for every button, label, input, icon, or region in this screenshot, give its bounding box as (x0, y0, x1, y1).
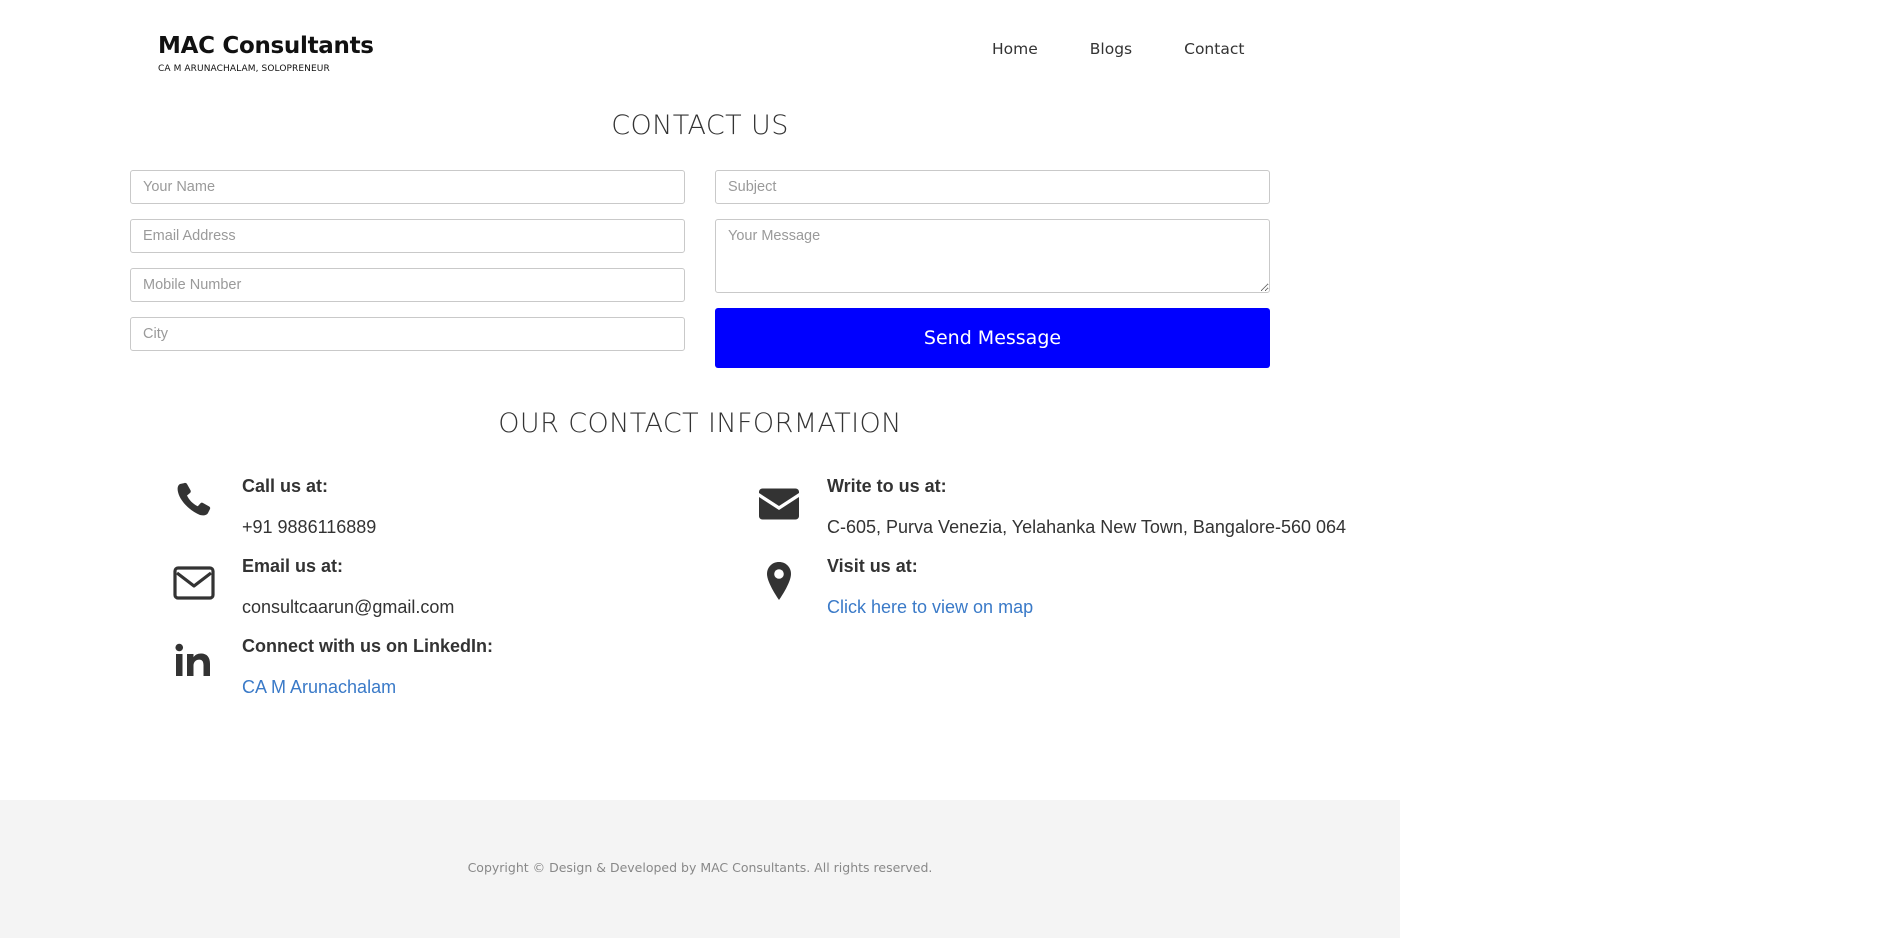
envelope-solid-icon (755, 480, 803, 528)
linkedin-link[interactable]: CA M Arunachalam (242, 677, 493, 698)
write-label: Write to us at: (827, 476, 947, 496)
brand-name: MAC Consultants (158, 33, 374, 59)
contact-title: CONTACT US (611, 110, 789, 141)
nav-home[interactable]: Home (992, 40, 1038, 58)
message-textarea[interactable] (715, 219, 1270, 293)
main-nav: Home Blogs Contact (992, 40, 1296, 58)
city-input[interactable] (130, 317, 685, 351)
linkedin-icon (170, 638, 218, 686)
email-input[interactable] (130, 219, 685, 253)
call-info: Call us at: +91 9886116889 (242, 476, 376, 538)
nav-contact[interactable]: Contact (1184, 40, 1244, 58)
subject-input[interactable] (715, 170, 1270, 204)
linkedin-info: Connect with us on LinkedIn: CA M Arunac… (242, 636, 493, 698)
linkedin-label: Connect with us on LinkedIn: (242, 636, 493, 656)
email-address: consultcaarun@gmail.com (242, 597, 455, 617)
name-input[interactable] (130, 170, 685, 204)
page: MAC Consultants CA M ARUNACHALAM, SOLOPR… (0, 0, 1877, 938)
copyright-text: Copyright © Design & Developed by MAC Co… (467, 860, 933, 875)
send-message-button[interactable]: Send Message (715, 308, 1270, 368)
postal-address: C-605, Purva Venezia, Yelahanka New Town… (827, 517, 1347, 537)
envelope-outline-icon (170, 560, 218, 608)
info-title: OUR CONTACT INFORMATION (498, 408, 902, 439)
phone-icon (170, 476, 218, 524)
mobile-input[interactable] (130, 268, 685, 302)
footer: Copyright © Design & Developed by MAC Co… (0, 800, 1400, 938)
call-label: Call us at: (242, 476, 329, 496)
map-pin-icon (755, 558, 803, 606)
phone-number: +91 9886116889 (242, 517, 377, 537)
write-info: Write to us at: C-605, Purva Venezia, Ye… (827, 476, 1346, 538)
map-link[interactable]: Click here to view on map (827, 597, 1033, 618)
email-info: Email us at: consultcaarun@gmail.com (242, 556, 454, 618)
brand-tagline: CA M ARUNACHALAM, SOLOPRENEUR (158, 64, 330, 74)
brand-logo[interactable]: MAC Consultants CA M ARUNACHALAM, SOLOPR… (158, 32, 374, 74)
visit-label: Visit us at: (827, 556, 918, 576)
email-label: Email us at: (242, 556, 344, 576)
nav-blogs[interactable]: Blogs (1090, 40, 1132, 58)
visit-info: Visit us at: Click here to view on map (827, 556, 1033, 618)
